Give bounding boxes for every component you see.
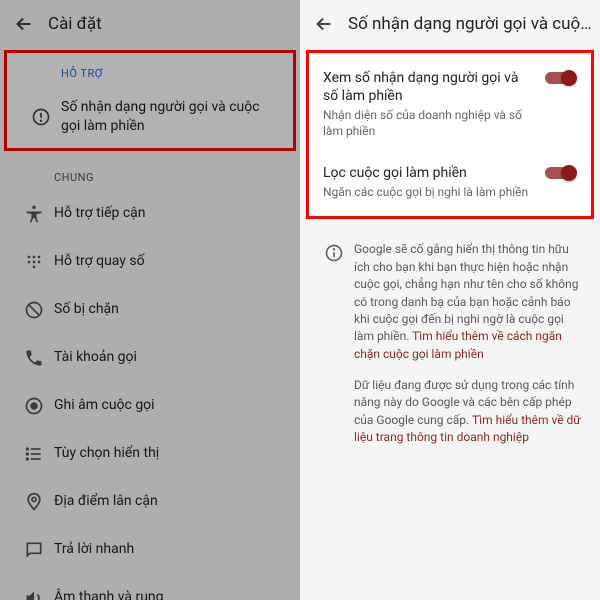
- arrow-back-icon: [313, 13, 335, 35]
- accessibility-label: Hỗ trợ tiếp cận: [54, 204, 152, 223]
- record-icon: [14, 396, 54, 416]
- nearby-places-item[interactable]: Địa điểm lân cận: [0, 478, 300, 526]
- assisted-dialing-item[interactable]: Hỗ trợ quay số: [0, 238, 300, 286]
- filter-spam-row[interactable]: Lọc cuộc gọi làm phiền Ngăn các cuộc gọi…: [309, 152, 591, 213]
- accessibility-item[interactable]: Hỗ trợ tiếp cận: [0, 190, 300, 238]
- switches-highlight: Xem số nhận dạng người gọi và số làm phi…: [306, 50, 594, 219]
- location-icon: [14, 492, 54, 512]
- arrow-back-icon: [13, 13, 35, 35]
- sounds-vibration-label: Âm thanh và rung: [54, 588, 170, 600]
- quick-responses-label: Trả lời nhanh: [54, 540, 140, 559]
- section-support-label: HỖ TRỢ: [7, 53, 293, 86]
- left-header: Cài đặt: [0, 0, 300, 48]
- see-caller-id-toggle[interactable]: [543, 69, 577, 87]
- accessibility-icon: [14, 204, 54, 224]
- calling-accounts-label: Tài khoản gọi: [54, 348, 143, 367]
- right-header-title: Số nhận dạng người gọi và cuộ...: [348, 14, 592, 34]
- settings-pane: Cài đặt HỖ TRỢ Số nhận dạng người gọi và…: [0, 0, 300, 600]
- info-text: Google sẽ cố gắng hiển thị thông tin hữu…: [354, 241, 584, 446]
- blocked-numbers-item[interactable]: Số bị chặn: [0, 286, 300, 334]
- call-recording-item[interactable]: Ghi âm cuộc gọi: [0, 382, 300, 430]
- caller-id-label: Số nhận dạng người gọi và cuộc gọi làm p…: [61, 98, 279, 136]
- section-general-label: CHUNG: [0, 157, 300, 190]
- filter-spam-title: Lọc cuộc gọi làm phiền: [323, 164, 535, 182]
- sound-icon: [14, 588, 54, 600]
- blocked-numbers-label: Số bị chặn: [54, 300, 125, 319]
- assisted-dialing-label: Hỗ trợ quay số: [54, 252, 151, 271]
- message-icon: [14, 540, 54, 560]
- see-caller-id-row[interactable]: Xem số nhận dạng người gọi và số làm phi…: [309, 57, 591, 152]
- right-header: Số nhận dạng người gọi và cuộ...: [300, 0, 600, 48]
- caller-id-spam-item[interactable]: Số nhận dạng người gọi và cuộc gọi làm p…: [7, 86, 293, 148]
- back-button-right[interactable]: [308, 8, 340, 40]
- sounds-vibration-item[interactable]: Âm thanh và rung: [0, 574, 300, 600]
- caller-id-highlight: HỖ TRỢ Số nhận dạng người gọi và cuộc gọ…: [4, 50, 296, 151]
- calling-accounts-item[interactable]: Tài khoản gọi: [0, 334, 300, 382]
- display-options-item[interactable]: Tùy chọn hiển thị: [0, 430, 300, 478]
- alert-circle-icon: [21, 107, 61, 127]
- phone-icon: [14, 348, 54, 368]
- back-button[interactable]: [8, 8, 40, 40]
- list-icon: [14, 444, 54, 464]
- see-caller-id-desc: Nhận diện số của doanh nghiệp và số làm …: [323, 108, 535, 139]
- filter-spam-desc: Ngăn các cuộc gọi bị nghi là làm phiền: [323, 185, 535, 201]
- filter-spam-toggle[interactable]: [543, 164, 577, 182]
- see-caller-id-title: Xem số nhận dạng người gọi và số làm phi…: [323, 69, 535, 105]
- display-options-label: Tùy chọn hiển thị: [54, 444, 165, 463]
- quick-responses-item[interactable]: Trả lời nhanh: [0, 526, 300, 574]
- caller-id-settings-pane: Số nhận dạng người gọi và cuộ... Xem số …: [300, 0, 600, 600]
- call-recording-label: Ghi âm cuộc gọi: [54, 396, 161, 415]
- left-header-title: Cài đặt: [48, 14, 292, 34]
- info-icon: [314, 241, 354, 446]
- info-block: Google sẽ cố gắng hiển thị thông tin hữu…: [300, 227, 600, 454]
- block-icon: [14, 300, 54, 320]
- dialpad-icon: [14, 252, 54, 272]
- nearby-places-label: Địa điểm lân cận: [54, 492, 164, 511]
